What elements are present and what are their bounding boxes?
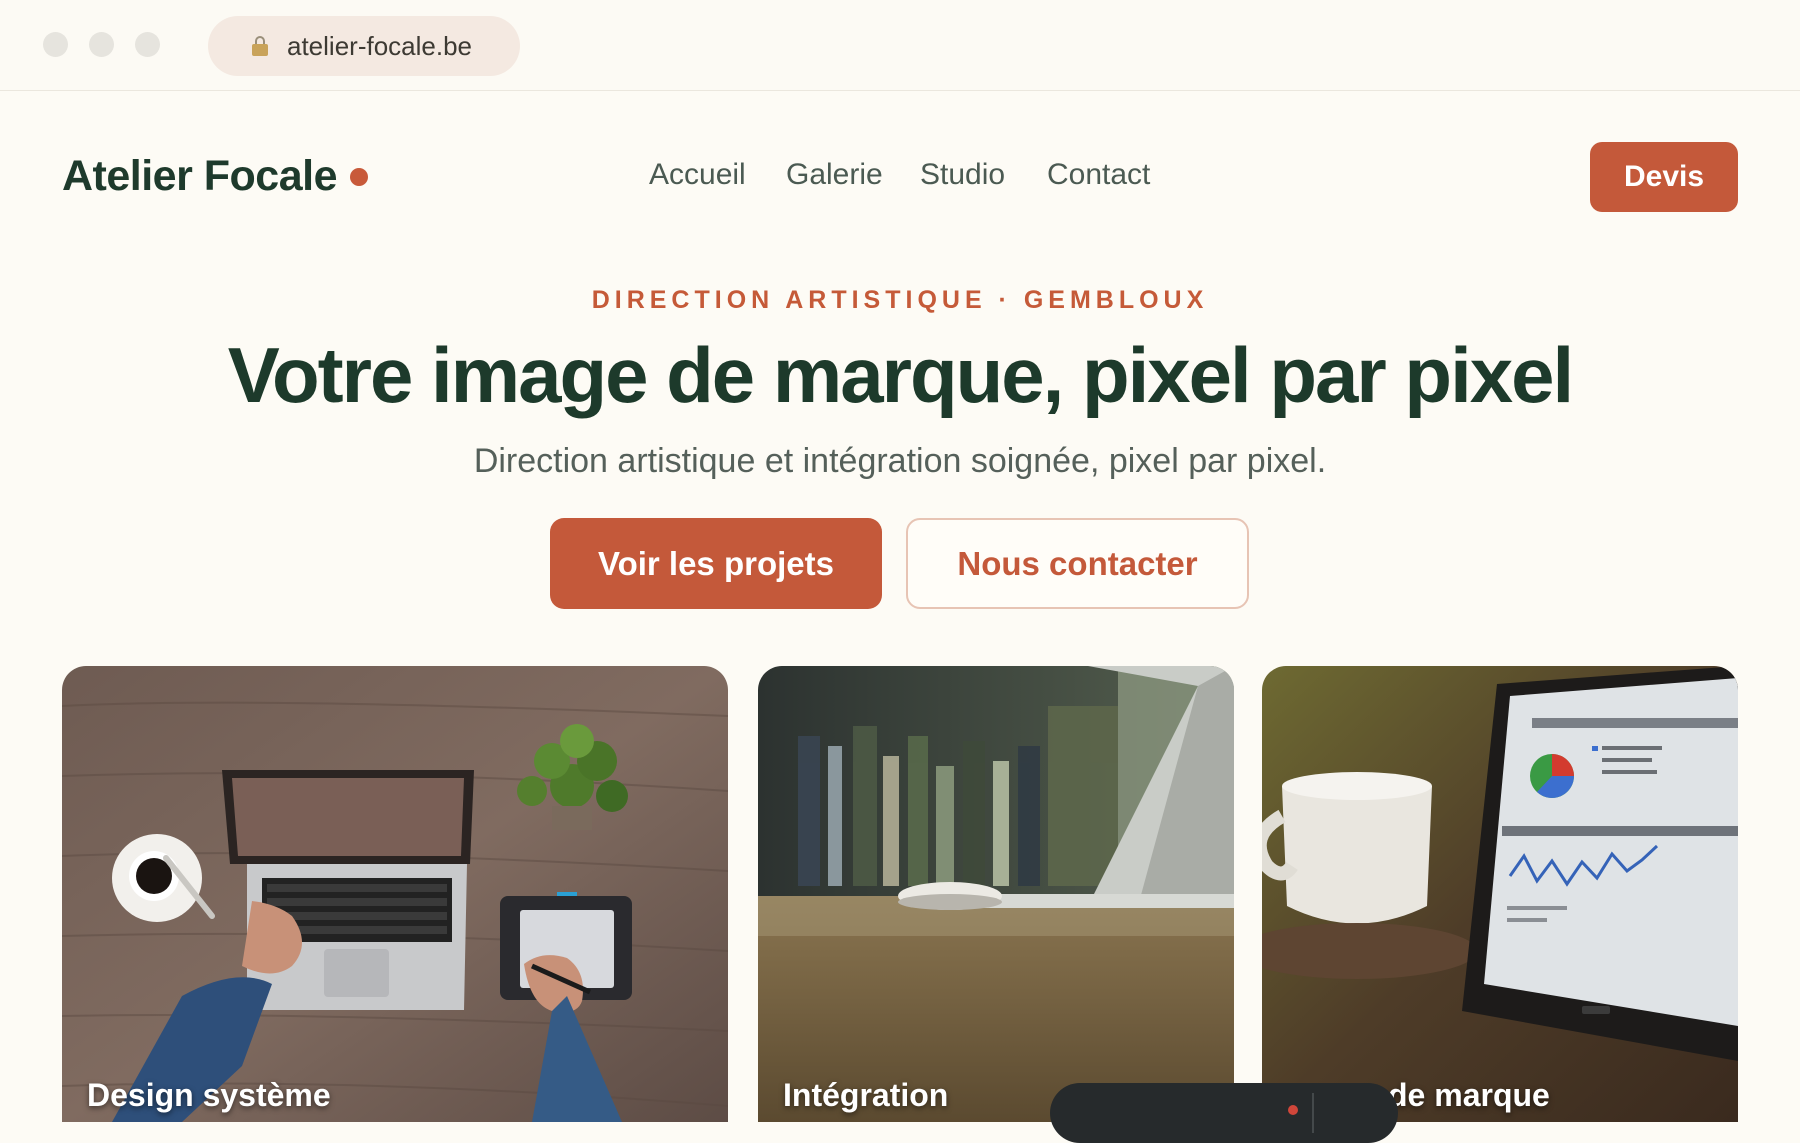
window-minimize-button[interactable] (89, 32, 114, 57)
site-header: Atelier Focale Accueil Galerie Studio Co… (0, 92, 1800, 262)
project-card-integration[interactable]: Intégration (758, 666, 1234, 1122)
laptop-desk-image (758, 666, 1234, 1122)
project-card-design-system[interactable]: Design système (62, 666, 728, 1122)
logo-dot-icon (350, 168, 368, 186)
window-close-button[interactable] (43, 32, 68, 57)
desk-laptop-image (62, 666, 728, 1122)
address-bar[interactable]: atelier-focale.be (208, 16, 520, 76)
devis-button[interactable]: Devis (1590, 142, 1738, 212)
window-zoom-button[interactable] (135, 32, 160, 57)
nav-link-accueil[interactable]: Accueil (649, 158, 746, 192)
hero-subtitle: Direction artistique et intégration soig… (473, 442, 1327, 480)
hero-title: Votre image de marque, pixel par pixel (227, 331, 1574, 419)
record-indicator-icon (1288, 1105, 1298, 1115)
nav-link-studio[interactable]: Studio (920, 158, 1005, 192)
lock-icon (252, 36, 268, 56)
hero-eyebrow: DIRECTION ARTISTIQUE · GEMBLOUX (591, 286, 1209, 314)
nav-link-contact[interactable]: Contact (1047, 158, 1150, 192)
toolbar-divider (1312, 1093, 1314, 1133)
contact-us-button[interactable]: Nous contacter (906, 518, 1249, 609)
browser-chrome: atelier-focale.be (0, 0, 1800, 91)
site-logo[interactable]: Atelier Focale (62, 152, 338, 201)
url-text: atelier-focale.be (287, 31, 472, 61)
card-label-brand: de marque (1388, 1077, 1550, 1113)
card-label-integration: Intégration (783, 1077, 949, 1113)
view-projects-button[interactable]: Voir les projets (550, 518, 882, 609)
nav-link-galerie[interactable]: Galerie (786, 158, 883, 192)
tablet-analytics-image (1262, 666, 1738, 1122)
floating-toolbar[interactable] (1050, 1083, 1398, 1143)
card-label-design-system: Design système (87, 1077, 331, 1113)
project-card-brand-identity[interactable]: de marque (1262, 666, 1738, 1122)
